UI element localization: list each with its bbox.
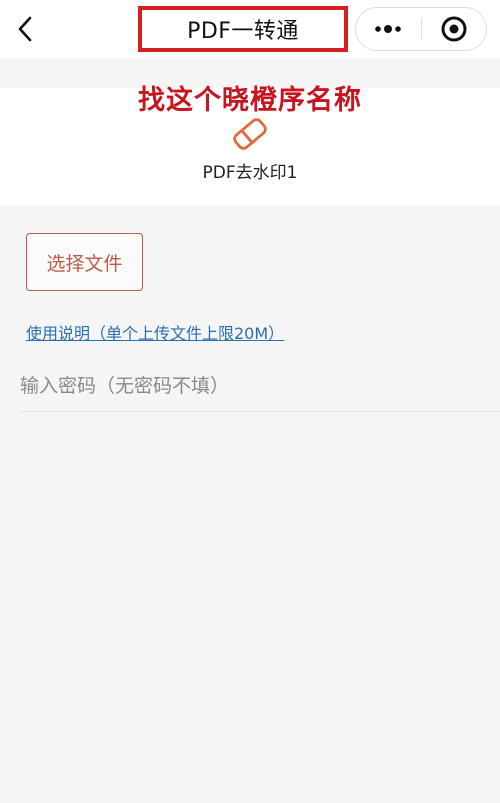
more-button[interactable] bbox=[356, 8, 421, 50]
navigation-bar: PDF一转通 bbox=[0, 0, 500, 58]
usage-instructions-link[interactable]: 使用说明（单个上传文件上限20M） bbox=[26, 320, 284, 344]
choose-file-button[interactable]: 选择文件 bbox=[26, 233, 143, 291]
close-mini-program-button[interactable] bbox=[422, 8, 487, 50]
password-input-underline bbox=[20, 411, 500, 412]
back-button[interactable] bbox=[6, 9, 46, 49]
tool-name: PDF去水印1 bbox=[202, 163, 298, 183]
title-highlight-box: PDF一转通 bbox=[138, 6, 348, 52]
eraser-icon bbox=[233, 118, 267, 150]
mini-program-capsule bbox=[355, 7, 487, 51]
password-input[interactable] bbox=[20, 364, 500, 408]
more-dots-icon bbox=[375, 25, 402, 33]
page-title: PDF一转通 bbox=[187, 19, 299, 44]
annotation-text: 找这个晓橙序名称 bbox=[138, 85, 362, 116]
target-circle-icon bbox=[441, 16, 467, 42]
chevron-left-icon bbox=[18, 16, 32, 42]
